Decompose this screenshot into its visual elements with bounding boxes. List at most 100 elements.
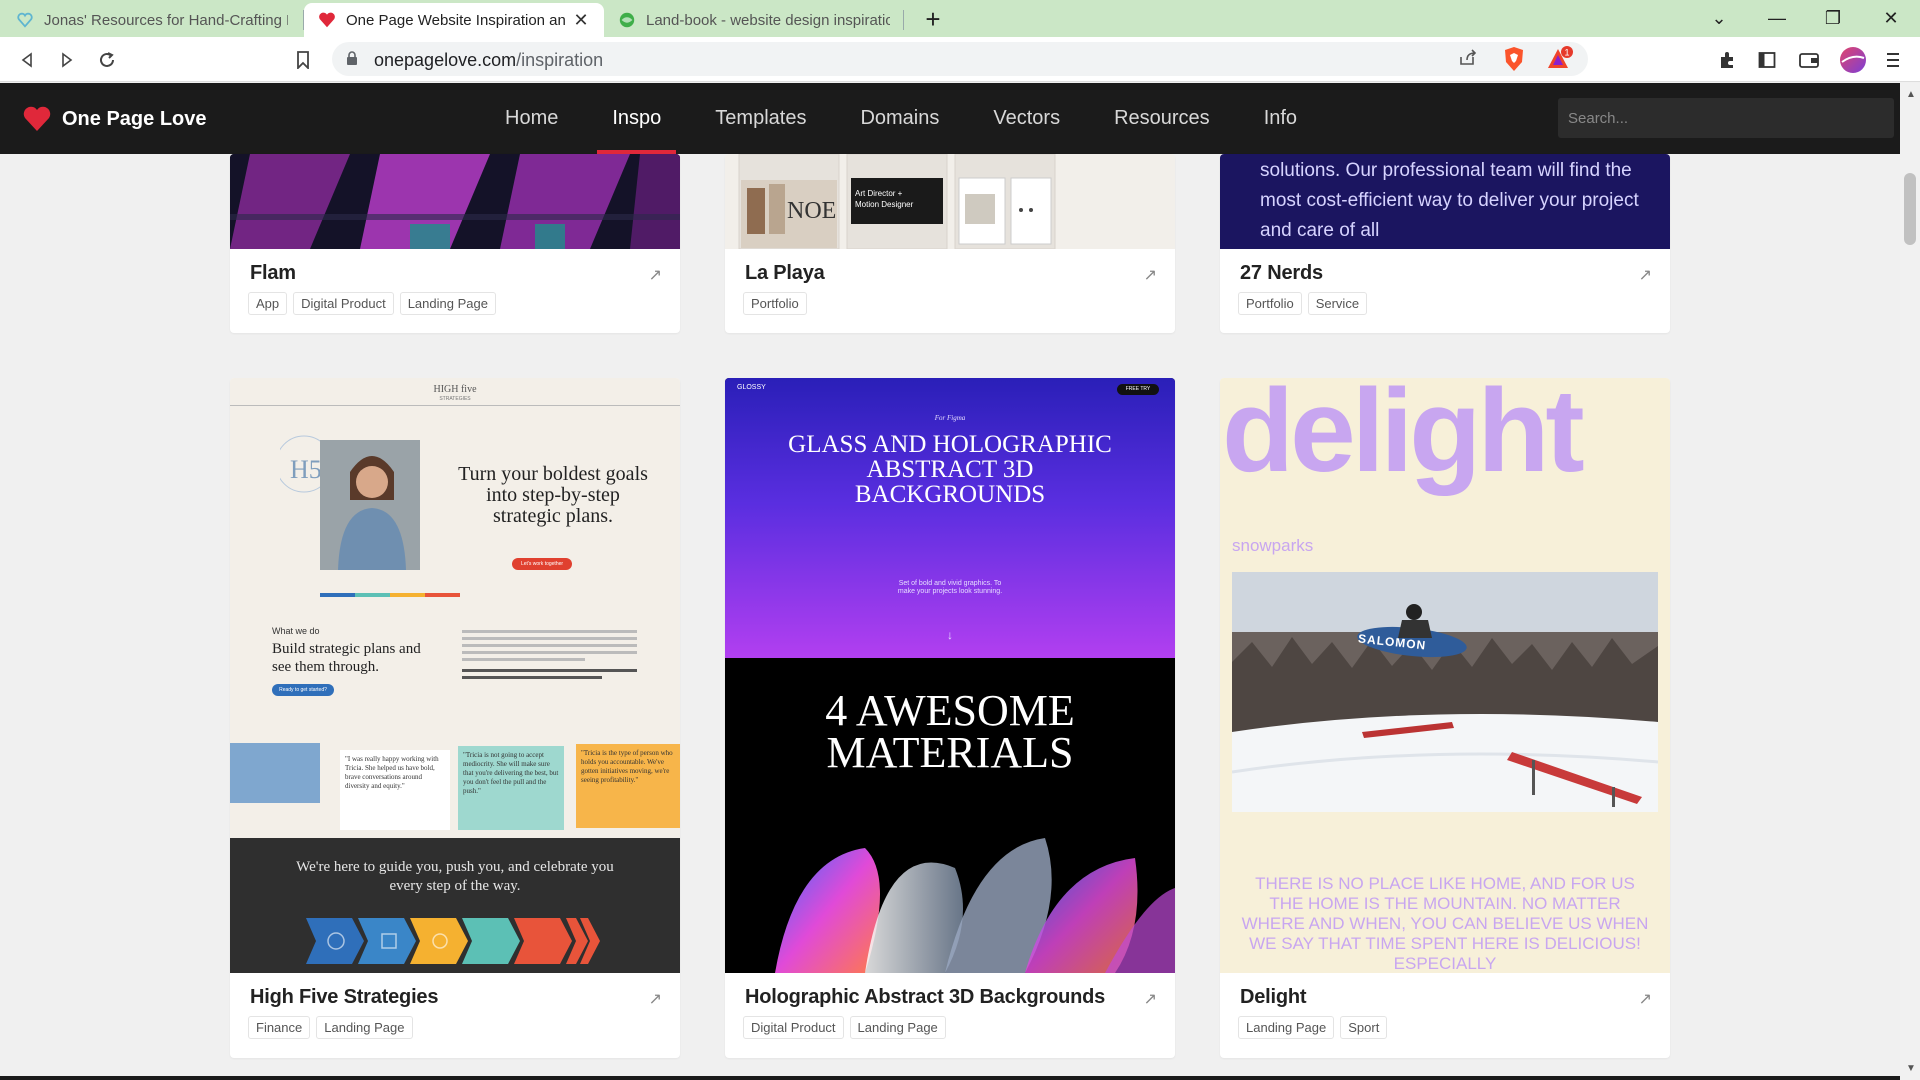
card-thumbnail[interactable]: NOE Art Director + Motion Designer bbox=[725, 154, 1175, 249]
card-delight[interactable]: delight snowparks SALOMON THERE IS NO PL… bbox=[1220, 378, 1670, 1058]
external-link-icon[interactable]: ↗ bbox=[1639, 989, 1652, 1009]
preview-subhead: Build strategic plans and see them throu… bbox=[272, 641, 421, 675]
extensions-icon[interactable] bbox=[1712, 45, 1742, 75]
search-input[interactable] bbox=[1558, 98, 1894, 138]
tag[interactable]: Portfolio bbox=[1238, 292, 1302, 315]
card-thumbnail[interactable]: HIGH five STRATEGIES H5 Turn your boldes… bbox=[230, 378, 680, 973]
close-window-button[interactable]: ✕ bbox=[1866, 0, 1916, 37]
browser-toolbar: onepagelove.com/inspiration 1 bbox=[0, 37, 1920, 82]
profile-avatar[interactable] bbox=[1838, 45, 1868, 75]
card-title[interactable]: 27 Nerds bbox=[1240, 262, 1323, 285]
tag[interactable]: Landing Page bbox=[399, 292, 496, 315]
tab-search-dropdown-icon[interactable]: ⌄ bbox=[1694, 0, 1744, 37]
brave-shields-icon[interactable] bbox=[1502, 46, 1526, 72]
nav-domains[interactable]: Domains bbox=[833, 83, 966, 154]
color-bar bbox=[320, 593, 460, 597]
reload-icon[interactable] bbox=[92, 45, 122, 75]
preview-text: NOE bbox=[787, 198, 837, 224]
address-bar[interactable]: onepagelove.com/inspiration 1 bbox=[332, 42, 1588, 76]
heart-outline-icon bbox=[17, 12, 33, 28]
divider bbox=[230, 405, 680, 406]
card-title[interactable]: High Five Strategies bbox=[250, 986, 438, 1009]
tag[interactable]: Sport bbox=[1340, 1016, 1388, 1039]
preview-text: Art Director + bbox=[855, 189, 903, 198]
card-title[interactable]: Holographic Abstract 3D Backgrounds bbox=[745, 986, 1105, 1009]
tag[interactable]: Landing Page bbox=[849, 1016, 946, 1039]
external-link-icon[interactable]: ↗ bbox=[1144, 265, 1157, 285]
main-nav: Home Inspo Templates Domains Vectors Res… bbox=[478, 83, 1324, 154]
tag[interactable]: Digital Product bbox=[743, 1016, 844, 1039]
new-tab-button[interactable]: + bbox=[918, 4, 948, 35]
lock-icon bbox=[347, 51, 357, 65]
preview-desc: Set of bold and vivid graphics. To make … bbox=[897, 580, 1003, 595]
tag[interactable]: Service bbox=[1307, 292, 1368, 315]
tab-jonas-resources[interactable]: Jonas' Resources for Hand-Crafting Be bbox=[2, 3, 302, 37]
nav-resources[interactable]: Resources bbox=[1087, 83, 1237, 154]
sidebar-icon[interactable] bbox=[1752, 45, 1782, 75]
nav-inspo[interactable]: Inspo bbox=[585, 83, 688, 154]
logo-text: One Page Love bbox=[62, 107, 207, 130]
quote-card: "Tricia is not going to accept mediocrit… bbox=[458, 746, 564, 830]
external-link-icon[interactable]: ↗ bbox=[1639, 265, 1652, 285]
bookmark-icon[interactable] bbox=[288, 45, 318, 75]
card-27-nerds[interactable]: solutions. Our professional team will fi… bbox=[1220, 154, 1670, 333]
bottom-edge bbox=[0, 1076, 1900, 1080]
card-high-five-strategies[interactable]: HIGH five STRATEGIES H5 Turn your boldes… bbox=[230, 378, 680, 1058]
tag[interactable]: Landing Page bbox=[1238, 1016, 1335, 1039]
minimize-button[interactable]: — bbox=[1752, 0, 1802, 37]
card-thumbnail[interactable]: delight snowparks SALOMON THERE IS NO PL… bbox=[1220, 378, 1670, 973]
preview-headline: Turn your boldest goals into step-by-ste… bbox=[458, 463, 648, 527]
site-header: One Page Love Home Inspo Templates Domai… bbox=[0, 83, 1900, 154]
external-link-icon[interactable]: ↗ bbox=[649, 989, 662, 1009]
preview-sub: snowparks bbox=[1232, 536, 1314, 555]
forward-icon[interactable] bbox=[52, 45, 82, 75]
tag[interactable]: Portfolio bbox=[743, 292, 807, 315]
card-title[interactable]: Flam bbox=[250, 262, 296, 285]
tab-land-book[interactable]: Land-book - website design inspiratio bbox=[604, 3, 904, 37]
preview-badge: FREE TRY bbox=[1117, 384, 1159, 395]
heart-icon bbox=[319, 12, 335, 28]
arrow-down-icon: ↓ bbox=[947, 628, 953, 642]
back-icon[interactable] bbox=[12, 45, 42, 75]
nav-info[interactable]: Info bbox=[1237, 83, 1324, 154]
landbook-icon bbox=[619, 12, 635, 28]
tag[interactable]: App bbox=[248, 292, 288, 315]
tag[interactable]: Landing Page bbox=[316, 1016, 413, 1039]
dark-section: We're here to guide you, push you, and c… bbox=[230, 838, 680, 973]
tab-title: One Page Website Inspiration and bbox=[346, 11, 566, 29]
card-title[interactable]: La Playa bbox=[745, 262, 825, 285]
close-tab-icon[interactable]: ✕ bbox=[572, 10, 590, 31]
card-flam[interactable]: Flam ↗ App Digital Product Landing Page bbox=[230, 154, 680, 333]
portrait-image: H5 bbox=[280, 435, 420, 570]
scroll-down-icon[interactable]: ▼ bbox=[1906, 1063, 1916, 1074]
card-title[interactable]: Delight bbox=[1240, 986, 1307, 1009]
menu-icon[interactable] bbox=[1878, 45, 1908, 75]
card-holographic-backgrounds[interactable]: GLOSSY FREE TRY For Figma GLASS AND HOLO… bbox=[725, 378, 1175, 1058]
external-link-icon[interactable]: ↗ bbox=[1144, 989, 1157, 1009]
scroll-up-icon[interactable]: ▲ bbox=[1906, 89, 1916, 100]
preview-brand: HIGH five bbox=[433, 384, 477, 395]
preview-paragraph bbox=[462, 630, 637, 679]
nav-templates[interactable]: Templates bbox=[688, 83, 833, 154]
tag[interactable]: Digital Product bbox=[293, 292, 394, 315]
site-logo[interactable]: One Page Love bbox=[22, 105, 207, 133]
card-thumbnail[interactable]: GLOSSY FREE TRY For Figma GLASS AND HOLO… bbox=[725, 378, 1175, 973]
card-thumbnail[interactable] bbox=[230, 154, 680, 249]
tab-one-page-love[interactable]: One Page Website Inspiration and ✕ bbox=[304, 3, 604, 37]
card-la-playa[interactable]: NOE Art Director + Motion Designer La Pl… bbox=[725, 154, 1175, 333]
share-icon[interactable] bbox=[1458, 48, 1478, 71]
brave-rewards-icon[interactable]: 1 bbox=[1546, 46, 1574, 72]
restore-button[interactable]: ❐ bbox=[1808, 0, 1858, 37]
external-link-icon[interactable]: ↗ bbox=[649, 265, 662, 285]
tag[interactable]: Finance bbox=[248, 1016, 311, 1039]
scrollbar-thumb[interactable] bbox=[1904, 173, 1916, 245]
url-text[interactable]: onepagelove.com/inspiration bbox=[374, 50, 603, 71]
nav-home[interactable]: Home bbox=[478, 83, 585, 154]
preview-big-text: delight bbox=[1222, 378, 1585, 497]
page-scrollbar[interactable]: ▲ ▼ bbox=[1900, 83, 1920, 1080]
preview-small: For Figma bbox=[934, 414, 966, 422]
card-thumbnail[interactable]: solutions. Our professional team will fi… bbox=[1220, 154, 1670, 249]
nav-vectors[interactable]: Vectors bbox=[966, 83, 1087, 154]
preview-bottom-text: We're here to guide you, push you, and c… bbox=[296, 859, 614, 894]
wallet-icon[interactable] bbox=[1794, 45, 1824, 75]
